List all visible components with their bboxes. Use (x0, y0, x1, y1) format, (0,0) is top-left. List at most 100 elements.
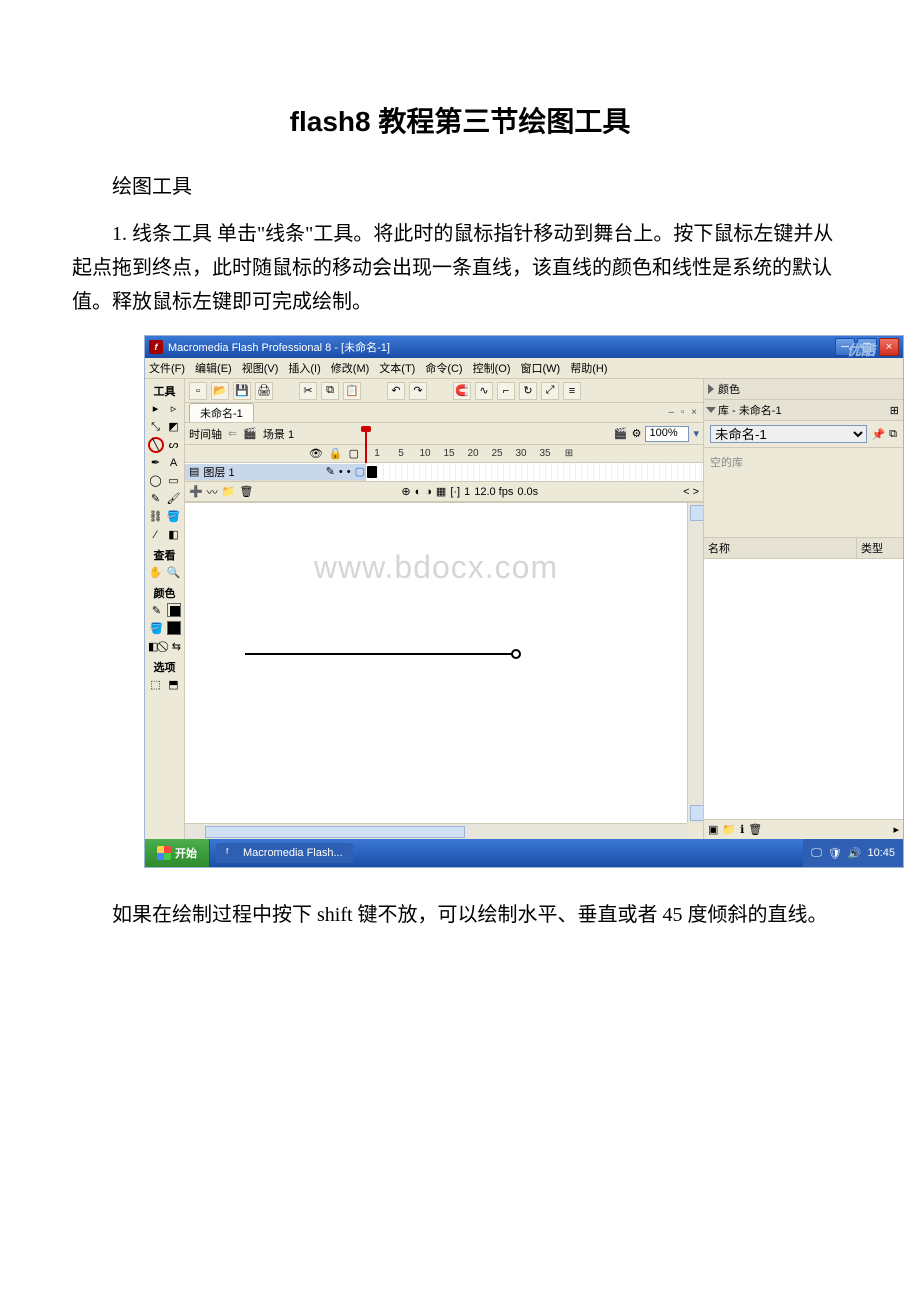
stroke-color-swatch[interactable] (167, 603, 181, 617)
eyedropper-tool[interactable]: ⁄ (148, 527, 164, 543)
menu-control[interactable]: 控制(O) (473, 360, 511, 376)
zoom-level-input[interactable]: 100% (645, 426, 689, 442)
straighten-button[interactable]: ⌐ (497, 382, 515, 400)
stage-canvas[interactable]: www.bdocx.com (185, 503, 687, 823)
new-library-panel-button[interactable]: ⧉ (889, 428, 897, 441)
brush-tool[interactable]: 🖌 (166, 491, 182, 507)
copy-button[interactable]: ⧉ (321, 382, 339, 400)
pin-library-button[interactable]: 📌 (871, 428, 885, 441)
document-tab[interactable]: 未命名-1 (189, 403, 254, 422)
onion-outline-button[interactable]: ◑ (425, 486, 432, 498)
outline-layers-icon[interactable]: ▢ (349, 447, 359, 460)
layer-outline-box[interactable]: ▢ (355, 465, 365, 478)
paint-bucket-tool[interactable]: 🪣 (166, 509, 182, 525)
oval-tool[interactable]: ◯ (148, 473, 164, 489)
tray-icon[interactable]: 🔊 (848, 847, 862, 860)
open-file-button[interactable]: 📂 (211, 382, 229, 400)
insert-layer-button[interactable]: ➕ (189, 485, 203, 498)
properties-button[interactable]: ℹ (740, 823, 744, 836)
zoom-dropdown-button[interactable]: ▾ (693, 427, 699, 440)
eraser-tool[interactable]: ◧ (166, 527, 182, 543)
start-button[interactable]: 开始 (145, 839, 210, 867)
menu-file[interactable]: 文件(F) (149, 360, 185, 376)
taskbar-app-button[interactable]: f Macromedia Flash... (216, 843, 353, 863)
snap-to-objects-button[interactable]: 🧲 (453, 382, 471, 400)
insert-motion-guide-button[interactable]: 〰 (207, 484, 218, 500)
color-panel-header[interactable]: 颜色 (704, 379, 903, 400)
tray-icon[interactable]: 🛡 (828, 847, 842, 860)
gradient-transform-tool[interactable]: ◩ (166, 419, 182, 435)
paste-button[interactable]: 📋 (343, 382, 361, 400)
frame-ruler[interactable]: 1 5 10 15 20 25 30 35 ⊞ (365, 448, 703, 459)
insert-folder-button[interactable]: 📁 (222, 485, 236, 498)
line-tool[interactable]: ╲ (148, 437, 164, 453)
timeline-toggle-label[interactable]: 时间轴 (189, 426, 222, 442)
fill-color-swatch[interactable] (167, 621, 181, 635)
snap-option-button[interactable]: ⬚ (148, 677, 164, 693)
menu-commands[interactable]: 命令(C) (425, 360, 462, 376)
onion-skin-button[interactable]: ◐ (415, 486, 422, 498)
layer-visible-dot[interactable]: • (339, 466, 343, 478)
subselection-tool[interactable]: ▹ (166, 401, 182, 417)
new-symbol-button[interactable]: ▣ (708, 823, 718, 836)
frames-strip[interactable] (365, 463, 703, 481)
redo-button[interactable]: ↷ (409, 382, 427, 400)
layer-lock-dot[interactable]: • (347, 466, 351, 478)
scrollbar-thumb[interactable] (205, 826, 465, 838)
menu-view[interactable]: 视图(V) (242, 360, 279, 376)
layer-row[interactable]: ▤ 图层 1 ✎ • • ▢ (185, 464, 365, 480)
center-frame-button[interactable]: ⊕ (401, 485, 410, 498)
hand-tool[interactable]: ✋ (148, 565, 164, 581)
library-document-select[interactable]: 未命名-1 (710, 425, 867, 443)
undo-button[interactable]: ↶ (387, 382, 405, 400)
object-drawing-button[interactable]: ⬒ (166, 677, 182, 693)
lock-layers-icon[interactable]: 🔒 (329, 447, 343, 460)
save-button[interactable]: 💾 (233, 382, 251, 400)
library-scroll-right[interactable]: ▸ (893, 823, 899, 836)
delete-button[interactable]: 🗑 (748, 823, 762, 836)
zoom-tool[interactable]: 🔍 (166, 565, 182, 581)
smooth-button[interactable]: ∿ (475, 382, 493, 400)
scale-button[interactable]: ⤢ (541, 382, 559, 400)
edit-symbol-button[interactable]: ⚙ (632, 427, 642, 440)
show-hide-layers-icon[interactable]: 👁 (309, 447, 323, 460)
library-col-type[interactable]: 类型 (857, 538, 903, 558)
cut-button[interactable]: ✂ (299, 382, 317, 400)
rectangle-tool[interactable]: ▭ (166, 473, 182, 489)
frame-ruler-end[interactable]: ⊞ (557, 448, 581, 459)
modify-onion-button[interactable]: [·] (450, 486, 460, 498)
library-item-list[interactable] (704, 559, 903, 819)
ink-bottle-tool[interactable]: ⛓ (148, 509, 164, 525)
delete-layer-button[interactable]: 🗑 (239, 485, 253, 498)
rotate-button[interactable]: ↻ (519, 382, 537, 400)
pen-tool[interactable]: ✒ (148, 455, 164, 471)
playhead[interactable] (365, 430, 367, 466)
horizontal-scrollbar[interactable] (185, 823, 687, 839)
new-file-button[interactable]: ▫ (189, 382, 207, 400)
menu-text[interactable]: 文本(T) (379, 360, 415, 376)
swap-colors-button[interactable]: ⇆ (171, 639, 182, 655)
lasso-tool[interactable]: ᔕ (166, 437, 182, 453)
scene-back-button[interactable]: ⇐ (228, 427, 237, 440)
window-close-button[interactable]: × (879, 338, 899, 356)
document-window-controls[interactable]: – ▫ × (668, 407, 699, 418)
no-color-button[interactable]: ⃠ (161, 639, 168, 655)
keyframe-1[interactable] (367, 466, 377, 478)
menu-modify[interactable]: 修改(M) (331, 360, 370, 376)
pencil-tool[interactable]: ✎ (148, 491, 164, 507)
menu-help[interactable]: 帮助(H) (570, 360, 607, 376)
timeline-scroll-buttons[interactable]: < > (683, 486, 699, 498)
panel-options-button[interactable]: ⊞ (890, 404, 899, 417)
default-colors-button[interactable]: ◧ (147, 639, 159, 655)
menu-window[interactable]: 窗口(W) (521, 360, 561, 376)
text-tool[interactable]: A (166, 455, 182, 471)
menu-edit[interactable]: 编辑(E) (195, 360, 232, 376)
library-panel-header[interactable]: 库 - 未命名-1 ⊞ (704, 400, 903, 421)
menu-insert[interactable]: 插入(I) (288, 360, 320, 376)
library-col-name[interactable]: 名称 (704, 538, 857, 558)
tray-icon[interactable]: 🖵 (811, 847, 822, 860)
print-button[interactable]: 🖨 (255, 382, 273, 400)
new-folder-button[interactable]: 📁 (722, 823, 736, 836)
line-endpoint-handle[interactable] (511, 649, 521, 659)
align-button[interactable]: ≡ (563, 382, 581, 400)
